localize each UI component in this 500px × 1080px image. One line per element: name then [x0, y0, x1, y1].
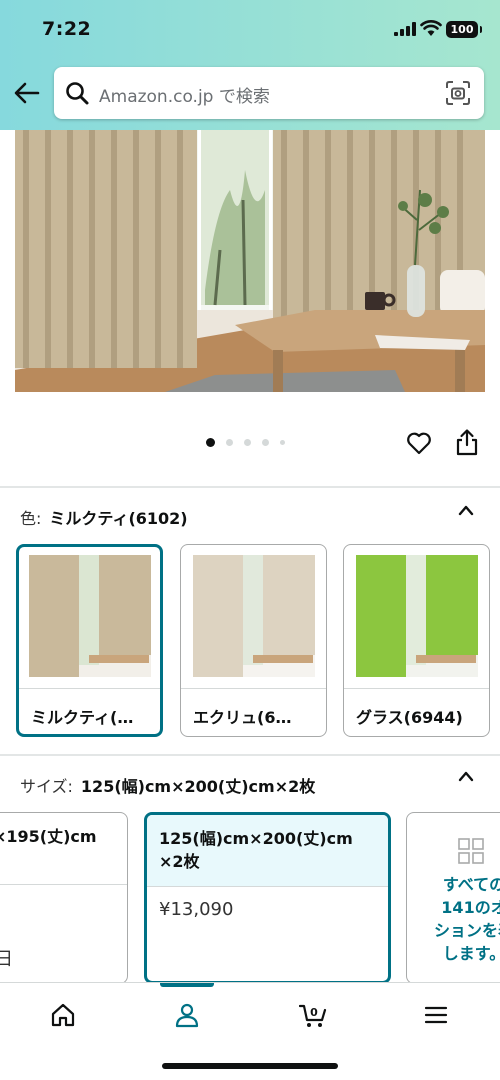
signal-icon	[394, 22, 416, 36]
camera-scan-icon[interactable]	[445, 80, 471, 106]
see-all-line: します。	[442, 944, 500, 963]
header: 7:22 100 Amazon.co.jp で検索	[0, 0, 500, 130]
color-option-label: 色:	[20, 509, 42, 528]
see-all-line: ションを表	[433, 921, 500, 940]
size-card-title-line: ×2枚	[159, 852, 200, 871]
menu-icon	[424, 1006, 448, 1024]
nav-home[interactable]	[33, 993, 93, 1037]
size-card[interactable]: ×195(丈)cm 日	[0, 812, 128, 984]
heart-icon[interactable]	[406, 430, 432, 456]
divider	[0, 754, 500, 756]
search-placeholder: Amazon.co.jp で検索	[99, 87, 270, 107]
size-card-title: ×195(丈)cm	[0, 813, 127, 885]
search-icon	[66, 82, 89, 105]
battery-icon: 100	[446, 21, 482, 38]
curtain-room-illustration	[15, 130, 485, 392]
cart-count: 0	[310, 1006, 318, 1019]
color-swatch-ecru[interactable]: エクリュ(6…	[180, 544, 327, 737]
swatch-label: エクリュ(6…	[181, 688, 326, 736]
user-icon	[175, 1003, 199, 1028]
status-time: 7:22	[42, 18, 92, 40]
size-card-title-line: ×195(丈)cm	[0, 827, 97, 846]
product-image[interactable]	[15, 130, 485, 392]
image-pagination	[206, 438, 285, 447]
swatch-label: ミルクティ(…	[19, 688, 160, 734]
nav-menu[interactable]	[406, 993, 466, 1037]
size-card-title-line: 125(幅)cm×200(丈)cm	[159, 829, 353, 848]
size-option-label: サイズ:	[20, 777, 73, 796]
share-icon[interactable]	[455, 428, 479, 456]
color-option-header[interactable]: 色: ミルクティ(6102)	[20, 505, 188, 529]
grid-icon	[458, 838, 484, 864]
nav-account[interactable]	[157, 993, 217, 1037]
size-option-header[interactable]: サイズ: 125(幅)cm×200(丈)cm×2枚	[20, 773, 315, 797]
size-option-value: 125(幅)cm×200(丈)cm×2枚	[80, 777, 316, 796]
swatch-label: グラス(6944)	[344, 688, 489, 736]
status-bar: 7:22 100	[0, 0, 500, 60]
pagination-dot	[206, 438, 215, 447]
see-all-options-card[interactable]: すべての 141のオ ションを表 します。	[406, 812, 500, 984]
color-swatch-milktea[interactable]: ミルクティ(…	[16, 544, 163, 737]
chevron-up-icon[interactable]	[458, 770, 474, 782]
wifi-icon	[420, 20, 442, 36]
pagination-dot	[226, 439, 233, 446]
size-card-selected[interactable]: 125(幅)cm×200(丈)cm ×2枚 ¥13,090	[144, 812, 391, 984]
size-card-price: ¥13,090	[159, 899, 234, 920]
pagination-dot	[244, 439, 251, 446]
cart-icon: 0	[299, 1004, 327, 1027]
search-bar[interactable]: Amazon.co.jp で検索	[54, 67, 484, 119]
pagination-dot	[262, 439, 269, 446]
swatch-image	[29, 555, 151, 677]
home-icon	[51, 1003, 75, 1027]
pagination-dot	[280, 440, 285, 445]
see-all-text: すべての 141のオ ションを表 します。	[419, 873, 500, 965]
divider	[0, 486, 500, 488]
active-tab-indicator	[160, 983, 214, 987]
size-card-note: 日	[0, 885, 127, 983]
swatch-image	[356, 555, 478, 677]
color-swatch-grass[interactable]: グラス(6944)	[343, 544, 490, 737]
color-option-value: ミルクティ(6102)	[49, 509, 188, 528]
size-card-title: 125(幅)cm×200(丈)cm ×2枚	[147, 815, 388, 887]
see-all-line: 141のオ	[441, 898, 500, 917]
nav-cart[interactable]: 0	[283, 993, 343, 1037]
product-page: 7:22 100 Amazon.co.jp で検索 色: ミルクティ(6102)…	[0, 0, 500, 1080]
back-arrow-icon[interactable]	[12, 78, 42, 108]
see-all-line: すべての	[442, 875, 500, 894]
swatch-image	[193, 555, 315, 677]
home-indicator	[162, 1063, 338, 1069]
chevron-up-icon[interactable]	[458, 504, 474, 516]
